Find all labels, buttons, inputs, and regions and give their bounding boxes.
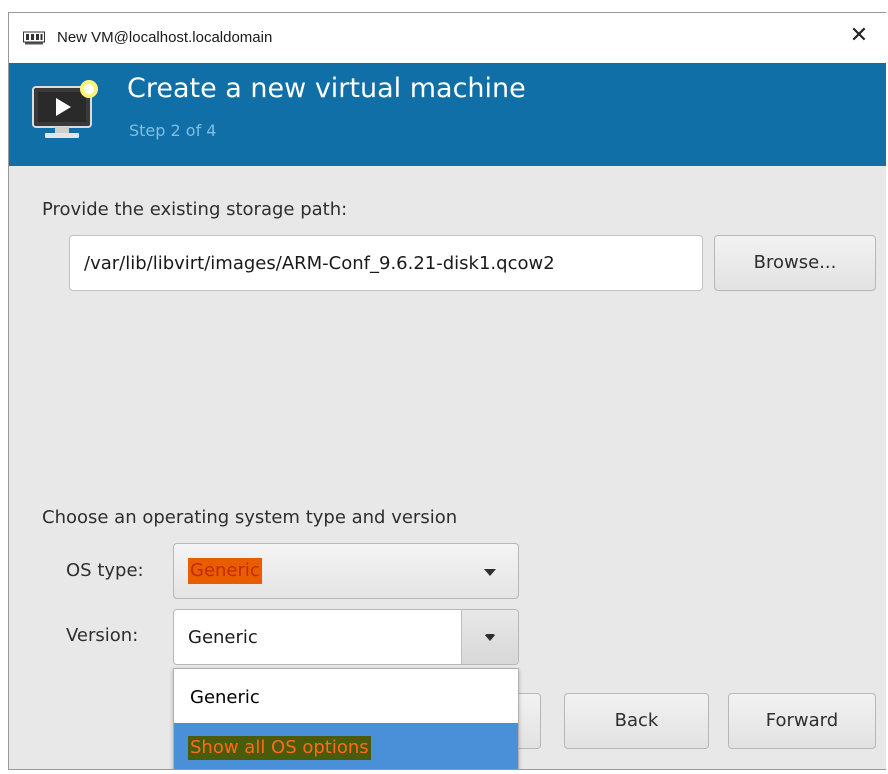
dropdown-option-show-all-os[interactable]: Show all OS options <box>174 723 518 769</box>
forward-button[interactable]: Forward <box>728 693 876 749</box>
chevron-down-icon <box>484 569 496 576</box>
chevron-down-icon <box>484 634 496 641</box>
back-button[interactable]: Back <box>564 693 709 749</box>
version-combo <box>173 609 519 665</box>
new-vm-monitor-icon <box>32 80 98 138</box>
close-icon[interactable]: ✕ <box>846 23 872 49</box>
storage-path-input[interactable] <box>69 235 703 291</box>
dropdown-option-generic[interactable]: Generic <box>174 673 518 723</box>
os-type-select[interactable]: Generic <box>173 543 519 599</box>
os-type-label: OS type: <box>66 560 144 581</box>
window-title: New VM@localhost.localdomain <box>57 29 273 46</box>
version-label: Version: <box>66 625 139 646</box>
os-section-label: Choose an operating system type and vers… <box>42 507 458 528</box>
option-label: Generic <box>190 687 260 708</box>
wizard-header: Create a new virtual machine Step 2 of 4 <box>9 63 886 166</box>
wizard-title: Create a new virtual machine <box>127 73 526 104</box>
version-dropdown-button[interactable] <box>461 610 518 664</box>
version-input[interactable] <box>174 610 460 664</box>
option-label: Show all OS options <box>188 736 371 760</box>
virt-manager-icon <box>23 31 45 45</box>
browse-button[interactable]: Browse... <box>714 235 876 291</box>
new-vm-dialog: New VM@localhost.localdomain ✕ Create a … <box>8 12 886 770</box>
title-bar[interactable]: New VM@localhost.localdomain ✕ <box>9 13 886 63</box>
version-dropdown-list: Generic Show all OS options <box>173 668 519 769</box>
os-type-value: Generic <box>188 558 262 584</box>
wizard-step-indicator: Step 2 of 4 <box>129 121 217 140</box>
storage-path-label: Provide the existing storage path: <box>42 199 348 220</box>
